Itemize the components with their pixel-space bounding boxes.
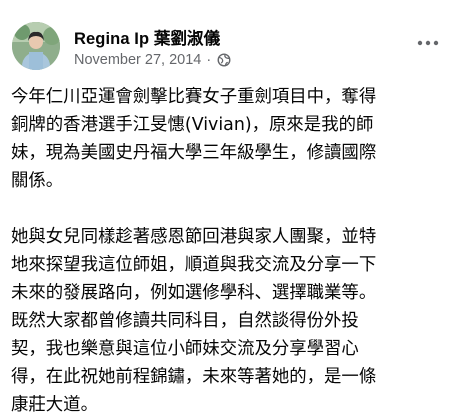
post-paragraph: 今年仁川亞運會劍擊比賽女子重劍項目中，奪得 銅牌的香港選手江旻憓(Vivian)…	[11, 87, 377, 191]
author-name[interactable]: Regina Ip 葉劉淑儀	[74, 25, 220, 49]
avatar[interactable]	[12, 22, 60, 70]
avatar-photo	[12, 22, 60, 70]
meta-separator: ·	[206, 52, 212, 68]
post-date[interactable]: November 27, 2014	[74, 52, 201, 68]
post-body: 今年仁川亞運會劍擊比賽女子重劍項目中，奪得 銅牌的香港選手江旻憓(Vivian)…	[11, 83, 451, 419]
more-options-button[interactable]	[415, 34, 441, 52]
post-meta: November 27, 2014 ·	[74, 51, 231, 69]
post-paragraph: 她與女兒同樣趁著感恩節回港與家人團聚，並特 地來探望我這位師姐，順道與我交流及分…	[11, 227, 377, 415]
more-options-icon	[417, 40, 439, 46]
post-header: Regina Ip 葉劉淑儀 November 27, 2014 ·	[12, 22, 447, 74]
globe-icon[interactable]	[217, 53, 231, 67]
